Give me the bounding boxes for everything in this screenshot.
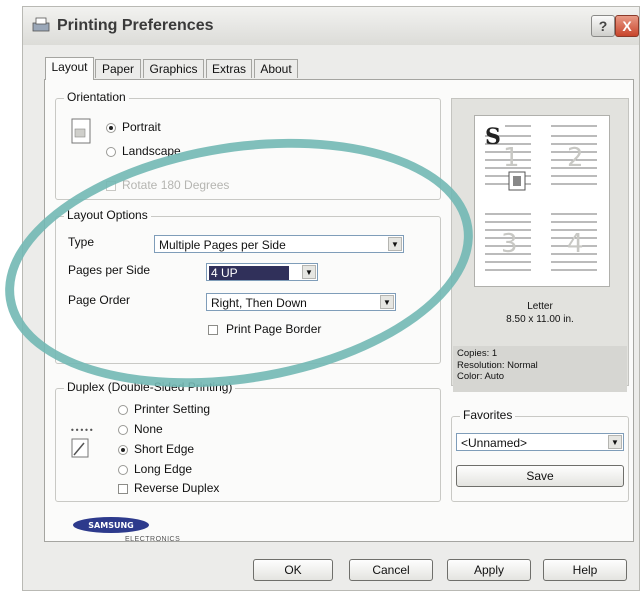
paper-name: Letter (527, 301, 553, 312)
portrait-label: Portrait (122, 120, 161, 134)
favorites-select[interactable]: <Unnamed> ▼ (456, 433, 624, 451)
samsung-logo-text: SAMSUNG (88, 521, 133, 530)
reverse-duplex-checkbox[interactable] (118, 484, 128, 494)
tab-graphics[interactable]: Graphics (143, 59, 204, 78)
samsung-logo: SAMSUNG (73, 517, 149, 533)
title-bar: Printing Preferences ? X (23, 7, 639, 45)
save-button[interactable]: Save (456, 465, 624, 487)
duplex-none-label: None (134, 422, 163, 436)
landscape-radio[interactable] (106, 147, 116, 157)
paper-size: 8.50 x 11.00 in. (506, 314, 574, 325)
apply-button[interactable]: Apply (447, 559, 531, 581)
duplex-printer-setting-label: Printer Setting (134, 402, 211, 416)
printer-icon (32, 17, 50, 32)
help-button[interactable]: Help (543, 559, 627, 581)
layout-preview: S 1 2 3 4 Letter 8.50 x 11.00 in. (451, 98, 629, 386)
duplex-none-radio[interactable] (118, 425, 128, 435)
duplex-printer-setting-radio[interactable] (118, 405, 128, 415)
duplex-long-edge-radio[interactable] (118, 465, 128, 475)
favorites-group: Favorites <Unnamed> ▼ Save (451, 408, 629, 502)
close-button[interactable]: X (615, 15, 639, 37)
orientation-legend: Orientation (64, 90, 129, 104)
tab-about[interactable]: About (254, 59, 298, 78)
portrait-radio[interactable] (106, 123, 116, 133)
chevron-down-icon: ▼ (608, 435, 622, 449)
cancel-button[interactable]: Cancel (349, 559, 433, 581)
duplex-long-edge-label: Long Edge (134, 462, 193, 476)
preview-page-1: 1 (503, 143, 520, 173)
preview-page: S 1 2 3 4 (474, 115, 610, 287)
ok-button[interactable]: OK (253, 559, 333, 581)
info-color: Color: Auto (457, 371, 504, 382)
reverse-duplex-label: Reverse Duplex (134, 481, 220, 495)
favorites-legend: Favorites (460, 408, 516, 422)
tab-extras[interactable]: Extras (206, 59, 252, 78)
preview-page-4: 4 (567, 229, 584, 259)
favorites-value: <Unnamed> (461, 436, 528, 450)
preview-logo-s: S (485, 124, 501, 150)
electronics-label: ELECTRONICS (125, 536, 181, 543)
info-copies: Copies: 1 (457, 348, 498, 359)
print-info-box: Copies: 1 Resolution: Normal Color: Auto (453, 346, 627, 392)
preview-page-2: 2 (567, 143, 584, 173)
window-title: Printing Preferences (57, 17, 214, 34)
tab-paper[interactable]: Paper (95, 59, 141, 78)
tab-layout[interactable]: Layout (45, 57, 94, 80)
info-resolution: Resolution: Normal (457, 359, 538, 371)
duplex-short-edge-radio[interactable] (118, 445, 128, 455)
duplex-group: Duplex (Double-Sided Printing) ••••• Pri… (55, 380, 441, 502)
document-portrait-icon (71, 118, 91, 144)
svg-text:•••••: ••••• (70, 426, 94, 435)
four-up-preview-graphic: S 1 2 3 4 (485, 124, 597, 271)
preview-page-3: 3 (501, 229, 518, 259)
duplex-document-icon: ••••• (70, 426, 94, 458)
duplex-short-edge-label: Short Edge (134, 442, 195, 456)
help-title-button[interactable]: ? (591, 15, 615, 37)
